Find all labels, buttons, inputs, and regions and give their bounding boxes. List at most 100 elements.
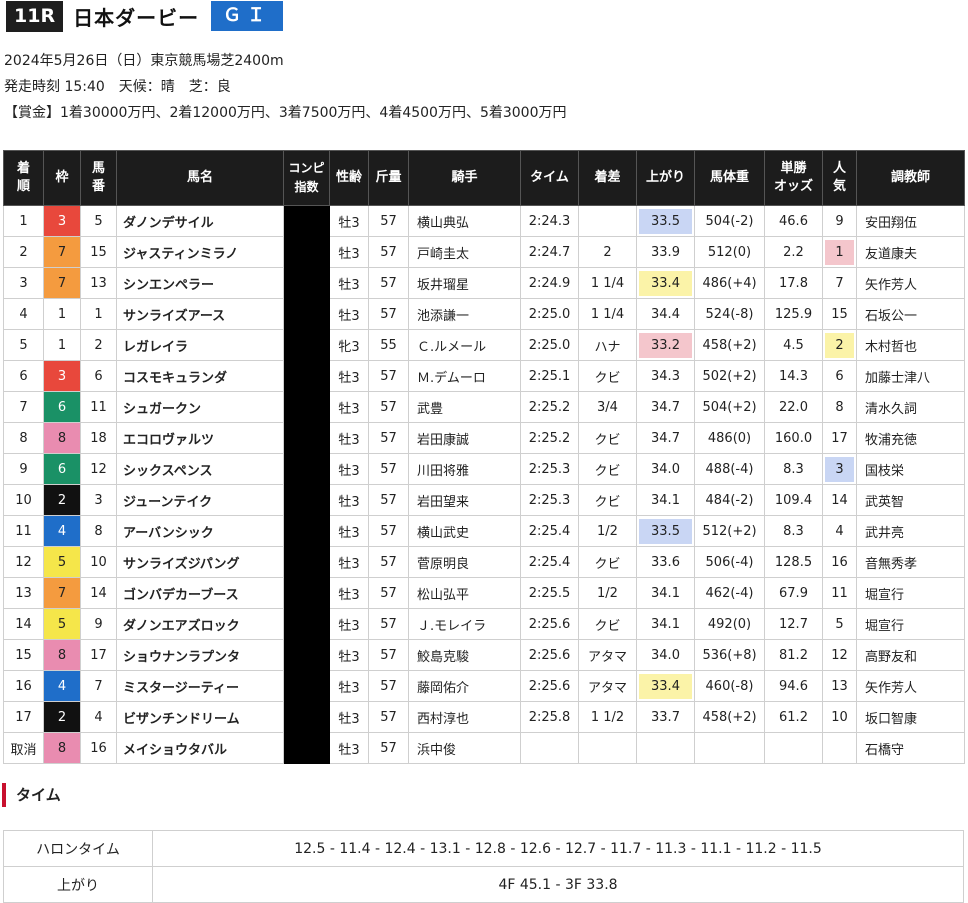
cell-popularity: 17 bbox=[822, 422, 857, 454]
cell-body-weight: 486(0) bbox=[694, 422, 765, 454]
cell-rank: 7 bbox=[3, 391, 44, 423]
cell-horse-number: 2 bbox=[80, 329, 117, 361]
time-table: ハロンタイム 12.5 - 11.4 - 12.4 - 13.1 - 12.8 … bbox=[3, 830, 964, 903]
cell-popularity: 14 bbox=[822, 484, 857, 516]
cell-time: 2:25.6 bbox=[520, 608, 579, 640]
cell-body-weight: 462(-4) bbox=[694, 577, 765, 609]
cell-compi-index bbox=[283, 701, 330, 733]
cell-frame: 1 bbox=[43, 298, 81, 330]
cell-weight: 57 bbox=[368, 267, 409, 299]
last3f-value: 34.1 bbox=[651, 585, 680, 601]
cell-body-weight: 512(+2) bbox=[694, 515, 765, 547]
cell-last3f: 34.1 bbox=[636, 608, 695, 640]
table-row: 13 7 14 ゴンバデカーブース 牡3 57 松山弘平 2:25.5 1/2 34.1 462(-… bbox=[3, 577, 965, 609]
cell-horse-name: ジャスティンミラノ bbox=[116, 236, 284, 268]
cell-popularity: 16 bbox=[822, 546, 857, 578]
cell-jockey: Ｃ.ルメール bbox=[408, 329, 521, 361]
cell-body-weight: 458(+2) bbox=[694, 329, 765, 361]
cell-trainer: 清水久詞 bbox=[856, 391, 965, 423]
cell-jockey: 坂井瑠星 bbox=[408, 267, 521, 299]
cell-weight: 57 bbox=[368, 484, 409, 516]
cell-time bbox=[520, 732, 579, 764]
cell-rank: 3 bbox=[3, 267, 44, 299]
last3f-value: 34.1 bbox=[651, 616, 680, 632]
table-row: 7 6 11 シュガークン 牡3 57 武豊 2:25.2 3/4 34.7 504(+2) 22.0… bbox=[3, 391, 965, 423]
cell-win-odds: 128.5 bbox=[764, 546, 823, 578]
popularity-value: 8 bbox=[835, 399, 844, 415]
cell-horse-number: 5 bbox=[80, 205, 117, 237]
cell-body-weight: 492(0) bbox=[694, 608, 765, 640]
cell-compi-index bbox=[283, 205, 330, 237]
col-body-weight: 馬体重 bbox=[694, 150, 765, 206]
halon-time-label: ハロンタイム bbox=[3, 830, 153, 867]
cell-horse-name: ダノンエアズロック bbox=[116, 608, 284, 640]
cell-win-odds: 160.0 bbox=[764, 422, 823, 454]
cell-frame: 7 bbox=[43, 577, 81, 609]
cell-rank: 14 bbox=[3, 608, 44, 640]
cell-win-odds: 46.6 bbox=[764, 205, 823, 237]
cell-sex-age: 牡3 bbox=[329, 608, 369, 640]
cell-horse-number: 12 bbox=[80, 453, 117, 485]
cell-compi-index bbox=[283, 732, 330, 764]
table-row: 10 2 3 ジューンテイク 牡3 57 岩田望来 2:25.3 クビ 34.1 484(-2) 10… bbox=[3, 484, 965, 516]
cell-margin: 1 1/2 bbox=[578, 701, 637, 733]
cell-trainer: 石橋守 bbox=[856, 732, 965, 764]
cell-popularity: 3 bbox=[822, 453, 857, 485]
cell-popularity: 5 bbox=[822, 608, 857, 640]
cell-trainer: 牧浦充徳 bbox=[856, 422, 965, 454]
cell-weight: 57 bbox=[368, 391, 409, 423]
cell-horse-number: 3 bbox=[80, 484, 117, 516]
cell-body-weight: 524(-8) bbox=[694, 298, 765, 330]
cell-trainer: 音無秀孝 bbox=[856, 546, 965, 578]
cell-time: 2:24.9 bbox=[520, 267, 579, 299]
last3f-value: 33.4 bbox=[639, 270, 692, 296]
popularity-value: 12 bbox=[831, 647, 848, 663]
cell-frame: 1 bbox=[43, 329, 81, 361]
cell-win-odds: 94.6 bbox=[764, 670, 823, 702]
cell-jockey: 菅原明良 bbox=[408, 546, 521, 578]
cell-rank: 5 bbox=[3, 329, 44, 361]
cell-sex-age: 牡3 bbox=[329, 515, 369, 547]
table-row: 16 4 7 ミスタージーティー 牡3 57 藤岡佑介 2:25.6 アタマ 33.4 460(-8… bbox=[3, 670, 965, 702]
time-section-title: タイム bbox=[2, 783, 61, 807]
cell-last3f bbox=[636, 732, 695, 764]
popularity-value: 15 bbox=[831, 306, 848, 322]
cell-time: 2:25.1 bbox=[520, 360, 579, 392]
cell-rank: 取消 bbox=[3, 732, 44, 764]
cell-sex-age: 牡3 bbox=[329, 453, 369, 485]
cell-jockey: 横山典弘 bbox=[408, 205, 521, 237]
cell-sex-age: 牡3 bbox=[329, 732, 369, 764]
cell-compi-index bbox=[283, 267, 330, 299]
cell-trainer: 武井亮 bbox=[856, 515, 965, 547]
cell-popularity bbox=[822, 732, 857, 764]
cell-popularity: 7 bbox=[822, 267, 857, 299]
cell-weight: 57 bbox=[368, 701, 409, 733]
cell-time: 2:25.2 bbox=[520, 391, 579, 423]
cell-last3f: 34.0 bbox=[636, 639, 695, 671]
cell-frame: 8 bbox=[43, 732, 81, 764]
cell-body-weight: 512(0) bbox=[694, 236, 765, 268]
cell-frame: 6 bbox=[43, 453, 81, 485]
cell-margin: クビ bbox=[578, 453, 637, 485]
cell-sex-age: 牝3 bbox=[329, 329, 369, 361]
cell-win-odds: 2.2 bbox=[764, 236, 823, 268]
cell-margin: アタマ bbox=[578, 639, 637, 671]
last3f-value: 34.4 bbox=[651, 306, 680, 322]
cell-horse-name: サンライズアース bbox=[116, 298, 284, 330]
table-row: 取消 8 16 メイショウタバル 牡3 57 浜中俊 石橋守 bbox=[3, 732, 965, 764]
cell-trainer: 石坂公一 bbox=[856, 298, 965, 330]
cell-time: 2:25.6 bbox=[520, 670, 579, 702]
cell-win-odds: 109.4 bbox=[764, 484, 823, 516]
cell-win-odds: 4.5 bbox=[764, 329, 823, 361]
cell-rank: 13 bbox=[3, 577, 44, 609]
popularity-value: 6 bbox=[835, 368, 844, 384]
cell-compi-index bbox=[283, 453, 330, 485]
cell-sex-age: 牡3 bbox=[329, 205, 369, 237]
race-date-course: 2024年5月26日（日）東京競馬場芝2400m bbox=[4, 53, 284, 69]
col-sex-age: 性齢 bbox=[329, 150, 369, 206]
cell-margin: ハナ bbox=[578, 329, 637, 361]
cell-margin: クビ bbox=[578, 360, 637, 392]
cell-weight: 57 bbox=[368, 205, 409, 237]
col-compi-index: コンピ 指数 bbox=[283, 150, 330, 206]
cell-win-odds: 14.3 bbox=[764, 360, 823, 392]
